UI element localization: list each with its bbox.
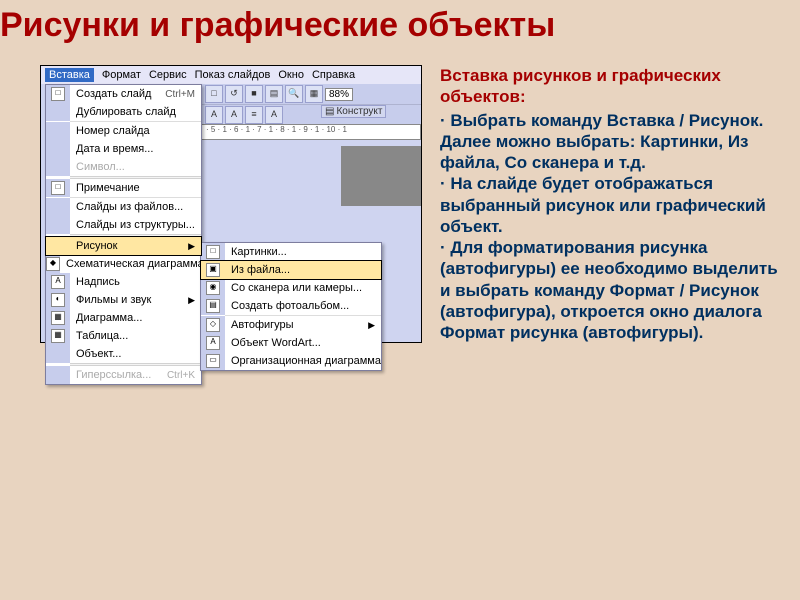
menubar: Вставка Формат Сервис Показ слайдов Окно… <box>41 66 421 84</box>
constructor-button[interactable]: ▤ Конструкт <box>321 105 386 118</box>
diagram-icon: ◆ <box>46 257 60 271</box>
menu-format[interactable]: Формат <box>102 69 141 81</box>
smi-clipart[interactable]: □Картинки... <box>201 243 381 261</box>
autoshapes-icon: ◇ <box>206 318 220 332</box>
mi-slides-from-outline[interactable]: Слайды из структуры... <box>46 216 201 234</box>
menu-slideshow[interactable]: Показ слайдов <box>195 69 271 81</box>
subtitle: Вставка рисунков и графических объектов: <box>440 65 780 108</box>
menu-insert[interactable]: Вставка <box>45 68 94 82</box>
toolbar-icon[interactable]: ■ <box>245 85 263 103</box>
mi-movies-sound[interactable]: ◐Фильмы и звук▶ <box>46 291 201 309</box>
toolbar-icon[interactable]: A <box>265 106 283 124</box>
smi-wordart[interactable]: AОбъект WordArt... <box>201 334 381 352</box>
constructor-label: Конструкт <box>336 106 382 117</box>
from-file-icon: ▣ <box>206 263 220 277</box>
mi-slide-number[interactable]: Номер слайда <box>46 122 201 140</box>
page-title: Рисунки и графические объекты <box>0 0 800 45</box>
menu-window[interactable]: Окно <box>278 69 304 81</box>
slide-canvas <box>341 146 421 206</box>
mi-comment[interactable]: □Примечание <box>46 179 201 197</box>
mi-chart[interactable]: ▦Диаграмма... <box>46 309 201 327</box>
toolbar-icon[interactable]: 🔍 <box>285 85 303 103</box>
toolbar-icon[interactable]: A <box>205 106 223 124</box>
toolbar-icon[interactable]: A <box>225 106 243 124</box>
menu-help[interactable]: Справка <box>312 69 355 81</box>
bullet-1: · Выбрать команду Вставка / Рисунок. Дал… <box>440 110 780 174</box>
mi-date-time[interactable]: Дата и время... <box>46 140 201 158</box>
ruler: · 5 · 1 · 6 · 1 · 7 · 1 · 8 · 1 · 9 · 1 … <box>201 124 421 140</box>
movies-icon: ◐ <box>51 293 65 307</box>
mi-textbox[interactable]: AНадпись <box>46 273 201 291</box>
arrow-icon: ▶ <box>188 241 201 252</box>
smi-orgchart[interactable]: ▭Организационная диаграмма <box>201 352 381 370</box>
orgchart-icon: ▭ <box>206 354 220 368</box>
clipart-icon: □ <box>206 245 220 259</box>
mi-table[interactable]: ▦Таблица... <box>46 327 201 345</box>
new-slide-icon: □ <box>51 87 65 101</box>
toolbar-icon[interactable]: ≡ <box>245 106 263 124</box>
toolbar: □ ↺ ■ ▤ 🔍 ▦ 88% A A ≡ A <box>201 84 421 124</box>
mi-object[interactable]: Объект... <box>46 345 201 363</box>
chart-icon: ▦ <box>51 311 65 325</box>
toolbar-icon[interactable]: ▤ <box>265 85 283 103</box>
picture-submenu: □Картинки... ▣Из файла... ◉Со сканера ил… <box>200 242 382 371</box>
app-screenshot: Вставка Формат Сервис Показ слайдов Окно… <box>40 65 422 343</box>
mi-picture[interactable]: Рисунок▶ <box>45 236 202 256</box>
mi-duplicate-slide[interactable]: Дублировать слайд <box>46 103 201 121</box>
arrow-icon: ▶ <box>368 320 381 331</box>
smi-photoalbum[interactable]: ▤Создать фотоальбом... <box>201 297 381 315</box>
mi-new-slide[interactable]: □Создать слайдCtrl+M <box>46 85 201 103</box>
table-icon: ▦ <box>51 329 65 343</box>
mi-diagram[interactable]: ◆Схематическая диаграмма... <box>46 255 201 273</box>
smi-autoshapes[interactable]: ◇Автофигуры▶ <box>201 316 381 334</box>
mi-slides-from-files[interactable]: Слайды из файлов... <box>46 198 201 216</box>
bullet-3: · Для форматирования рисунка (автофигуры… <box>440 237 780 343</box>
toolbar-icon[interactable]: ▦ <box>305 85 323 103</box>
mi-hyperlink: Гиперссылка...Ctrl+K <box>46 366 201 384</box>
textbox-icon: A <box>51 275 65 289</box>
scanner-icon: ◉ <box>206 281 220 295</box>
toolbar-icon[interactable]: ↺ <box>225 85 243 103</box>
smi-scanner[interactable]: ◉Со сканера или камеры... <box>201 279 381 297</box>
menu-tools[interactable]: Сервис <box>149 69 187 81</box>
insert-menu: □Создать слайдCtrl+M Дублировать слайд Н… <box>45 84 202 385</box>
smi-from-file[interactable]: ▣Из файла... <box>200 260 382 280</box>
bullet-2: · На слайде будет отображаться выбранный… <box>440 173 780 237</box>
constructor-icon: ▤ <box>325 106 334 117</box>
comment-icon: □ <box>51 181 65 195</box>
wordart-icon: A <box>206 336 220 350</box>
photoalbum-icon: ▤ <box>206 299 220 313</box>
zoom-level[interactable]: 88% <box>325 88 353 101</box>
toolbar-icon[interactable]: □ <box>205 85 223 103</box>
mi-symbol: Символ... <box>46 158 201 176</box>
description-text: Вставка рисунков и графических объектов:… <box>440 65 780 343</box>
